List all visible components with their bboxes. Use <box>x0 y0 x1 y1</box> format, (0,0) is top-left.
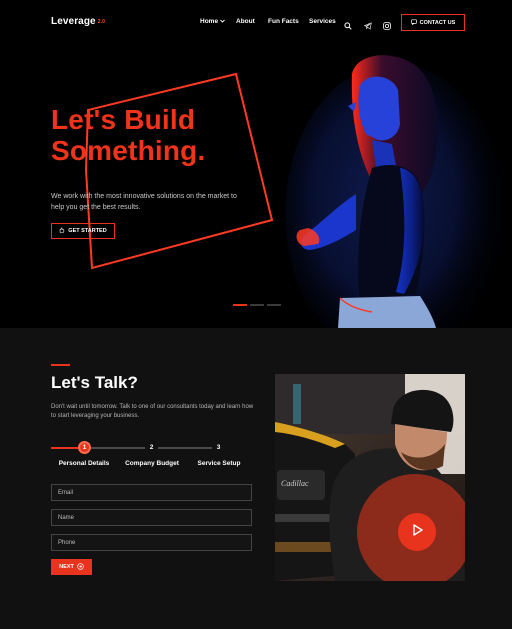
nav-item-home[interactable]: Home <box>200 18 225 25</box>
hand-icon <box>59 227 65 235</box>
play-icon <box>409 522 425 543</box>
search-icon[interactable] <box>344 17 352 30</box>
telegram-icon[interactable] <box>363 17 372 30</box>
slider-dot-3[interactable] <box>267 304 281 306</box>
chevron-down-icon <box>220 19 225 25</box>
message-icon <box>410 18 417 27</box>
hero-section: Let's Build Something. <box>0 44 512 328</box>
email-field[interactable]: Email <box>51 484 252 501</box>
mechanic-photo: Cadillac <box>275 374 465 581</box>
contact-us-button[interactable]: CONTACT US <box>401 14 465 31</box>
section-title: Let's Talk? <box>51 373 138 392</box>
top-navigation: Leverage 2.0 Home About Fun Facts Service… <box>0 0 512 44</box>
play-video-button[interactable] <box>398 513 436 551</box>
hero-slider-pagination <box>233 304 281 306</box>
hero-subtitle: We work with the most innovative solutio… <box>51 193 237 211</box>
arrow-right-icon <box>77 562 84 572</box>
site-logo[interactable]: Leverage 2.0 <box>51 16 105 27</box>
instagram-icon[interactable] <box>383 17 391 30</box>
get-started-button[interactable]: GET STARTED <box>51 223 115 239</box>
nav-item-about[interactable]: About <box>236 18 255 25</box>
hero-background-image <box>84 55 505 328</box>
section-accent-line <box>51 364 70 366</box>
slider-dot-1[interactable] <box>233 304 247 306</box>
svg-text:Cadillac: Cadillac <box>281 479 309 488</box>
step-1-indicator[interactable]: 1 <box>78 441 91 454</box>
step-2-indicator[interactable]: 2 <box>145 441 158 454</box>
step-3-label: Service Setup <box>197 460 241 467</box>
name-field[interactable]: Name <box>51 509 252 526</box>
next-button[interactable]: NEXT <box>51 559 92 575</box>
video-thumbnail[interactable]: Cadillac <box>275 374 465 581</box>
phone-field[interactable]: Phone <box>51 534 252 551</box>
step-3-indicator[interactable]: 3 <box>212 441 225 454</box>
section-description: Don't wait until tomorrow. Talk to one o… <box>51 404 254 419</box>
slider-dot-2[interactable] <box>250 304 264 306</box>
nav-item-fun-facts[interactable]: Fun Facts <box>268 18 299 25</box>
hero-title: Let's Build Something. <box>51 104 206 166</box>
nav-item-services[interactable]: Services <box>309 18 336 25</box>
